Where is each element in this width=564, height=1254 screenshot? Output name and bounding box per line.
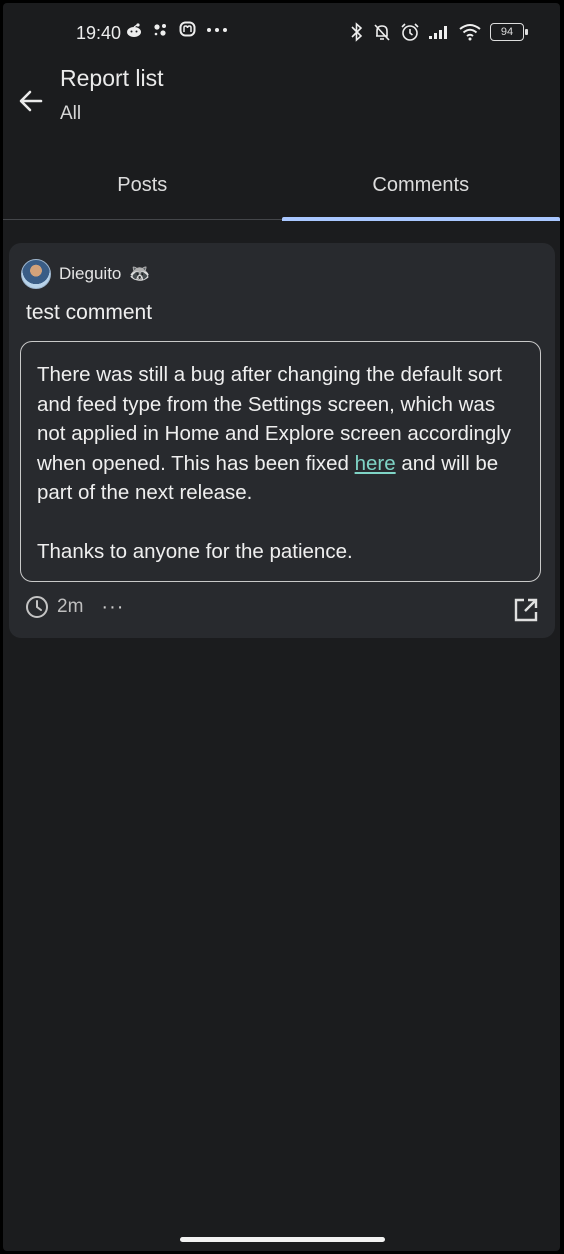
open-external-icon[interactable] [513, 597, 539, 623]
comment-meta: 2m ··· [25, 595, 124, 619]
bell-off-icon [374, 24, 390, 41]
mastodon-icon [179, 21, 196, 37]
report-reason-box: There was still a bug after changing the… [20, 341, 541, 582]
reddit-icon [127, 22, 141, 37]
page-subtitle: All [60, 103, 82, 124]
author-name: Dieguito [59, 264, 122, 283]
comment-author[interactable]: Dieguito 🦝 [21, 259, 151, 289]
app-screen: 19:40 94 Report list All Posts Comments … [3, 3, 560, 1251]
tab-comments[interactable]: Comments [281, 151, 561, 221]
raccoon-icon: 🦝 [129, 264, 151, 283]
comment-text: test comment [26, 301, 153, 324]
arrow-back-icon [19, 90, 43, 112]
alarm-icon [401, 23, 419, 41]
bluetooth-icon [351, 22, 363, 42]
report-reason-thanks: Thanks to anyone for the patience. [37, 540, 353, 563]
more-dots-icon [207, 27, 227, 32]
wifi-icon [459, 24, 481, 41]
comment-age: 2m [57, 596, 84, 617]
status-bar: 19:40 94 [3, 3, 560, 65]
tab-posts[interactable]: Posts [3, 151, 282, 219]
signal-icon [429, 26, 447, 39]
home-indicator[interactable] [180, 1237, 385, 1242]
battery-icon: 94 [490, 23, 528, 41]
avatar [21, 259, 51, 289]
more-options-button[interactable]: ··· [101, 596, 124, 619]
report-reason-paragraph: There was still a bug after changing the… [37, 360, 524, 508]
reason-link[interactable]: here [355, 452, 396, 475]
clock-icon [26, 596, 48, 618]
tab-bar: Posts Comments [3, 151, 561, 221]
status-left-icons [125, 21, 228, 38]
back-button[interactable] [11, 81, 51, 121]
status-time: 19:40 [76, 23, 122, 43]
assistant-icon [154, 23, 166, 36]
app-bar: Report list All [3, 65, 560, 145]
report-card[interactable]: Dieguito 🦝 test comment There was still … [9, 243, 555, 638]
page-title: Report list [60, 65, 164, 91]
status-right-icons: 94 [350, 22, 528, 42]
